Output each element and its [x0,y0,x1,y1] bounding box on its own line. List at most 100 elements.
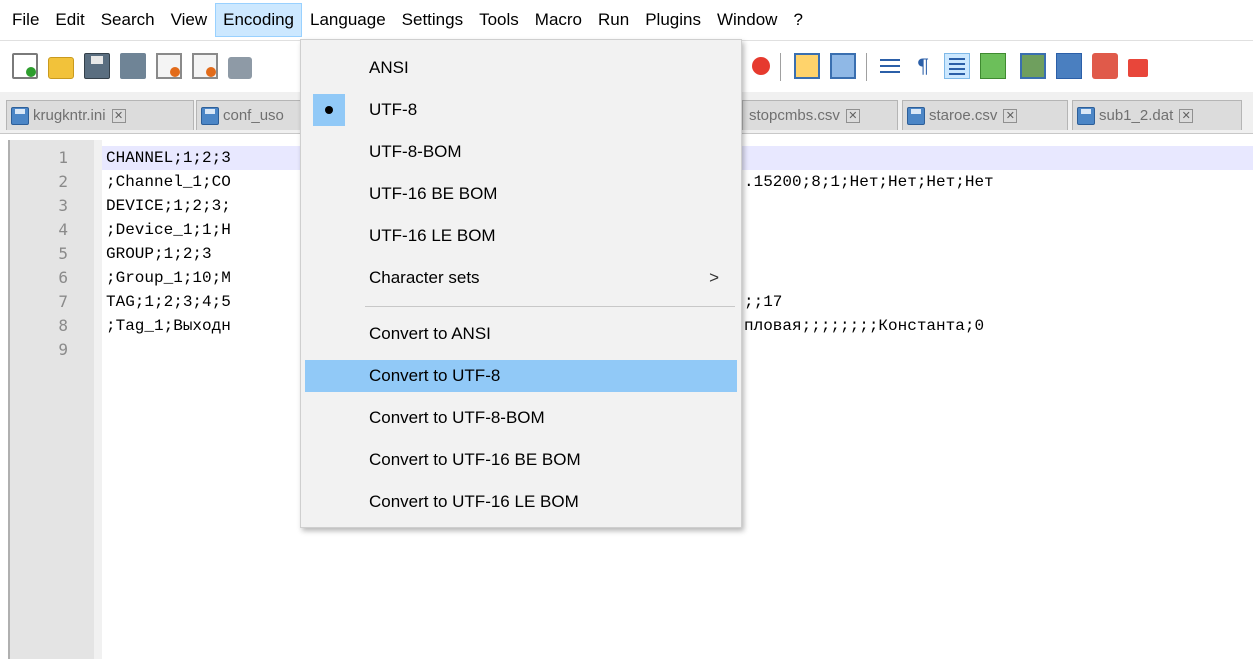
tab-stopcmbs[interactable]: stopcmbs.csv ✕ [742,100,898,130]
code-line[interactable]: DEVICE;1;2;3; [106,194,231,218]
menu-item-utf8-bom[interactable]: UTF-8-BOM [305,136,737,168]
menu-item-convert-utf16-le-bom[interactable]: Convert to UTF-16 LE BOM [305,486,737,518]
menu-item-label: UTF-8-BOM [369,142,462,161]
menu-item-label: UTF-16 LE BOM [369,226,496,245]
tab-label: stopcmbs.csv [749,107,840,124]
open-folder-icon[interactable] [48,57,74,79]
print-icon[interactable] [228,57,252,79]
function-list-icon[interactable] [1092,53,1118,79]
code-line-tail[interactable]: пловая;;;;;;;;Константа;0 [744,314,984,338]
show-all-chars-icon[interactable]: ¶ [910,53,936,79]
user-defined-language-icon[interactable] [980,53,1006,79]
submenu-arrow-icon: > [709,268,719,287]
tab-label: conf_uso [223,107,284,124]
save-state-icon [11,106,29,125]
menu-macro[interactable]: Macro [527,3,590,37]
code-line-tail[interactable]: ;;17 [744,290,782,314]
menu-item-utf16-be-bom[interactable]: UTF-16 BE BOM [305,178,737,210]
line-number: 4 [58,220,68,239]
code-line[interactable]: CHANNEL;1;2;3 [106,146,231,170]
menu-settings[interactable]: Settings [394,3,471,37]
tab-close-icon[interactable]: ✕ [1003,108,1018,123]
menu-file[interactable]: File [4,3,47,37]
menu-item-label: Convert to UTF-8 [369,366,501,385]
toolbar-separator [780,53,781,81]
word-wrap-icon[interactable] [878,53,904,79]
menu-view[interactable]: View [163,3,216,37]
menu-item-label: Convert to ANSI [369,324,491,343]
menu-separator [365,306,735,307]
line-number: 5 [58,244,68,263]
code-line[interactable]: ;Tag_1;Выходн [106,314,231,338]
menu-item-utf16-le-bom[interactable]: UTF-16 LE BOM [305,220,737,252]
line-number: 9 [58,340,68,359]
menu-plugins[interactable]: Plugins [637,3,709,37]
line-number: 1 [58,148,68,167]
code-line-tail[interactable]: .15200;8;1;Нет;Нет;Нет;Нет [744,170,994,194]
menu-item-label: Character sets [369,268,480,287]
encoding-menu: ANSI UTF-8 UTF-8-BOM UTF-16 BE BOM UTF-1… [300,39,742,528]
save-state-icon [1077,106,1095,125]
tab-label: staroe.csv [929,107,998,124]
tab-conf-uso[interactable]: conf_uso [196,100,304,130]
line-number: 2 [58,172,68,191]
code-line[interactable]: ;Channel_1;CO [106,170,231,194]
toolbar-separator [866,53,867,81]
tab-close-icon[interactable]: ✕ [1179,108,1194,123]
tab-sub1-2[interactable]: sub1_2.dat ✕ [1072,100,1242,130]
document-map-icon[interactable] [1020,53,1046,79]
code-line[interactable]: GROUP;1;2;3 [106,242,212,266]
menu-language[interactable]: Language [302,3,394,37]
menu-item-convert-utf8[interactable]: Convert to UTF-8 [305,360,737,392]
line-number: 3 [58,196,68,215]
menu-item-utf8[interactable]: UTF-8 [305,94,737,126]
menu-help[interactable]: ? [785,3,810,37]
menu-tools[interactable]: Tools [471,3,527,37]
save-state-icon [201,106,219,125]
menu-encoding[interactable]: Encoding [215,3,303,37]
menu-item-convert-utf8-bom[interactable]: Convert to UTF-8-BOM [305,402,737,434]
tab-close-icon[interactable]: ✕ [111,108,126,123]
find-icon[interactable] [752,57,770,75]
tab-close-icon[interactable]: ✕ [845,108,860,123]
menu-item-ansi[interactable]: ANSI [305,52,737,84]
line-number: 6 [58,268,68,287]
document-list-icon[interactable] [1056,53,1082,79]
radio-check-icon [313,94,345,126]
code-line[interactable]: TAG;1;2;3;4;5 [106,290,231,314]
menu-item-convert-ansi[interactable]: Convert to ANSI [305,318,737,350]
new-file-icon[interactable] [12,53,38,79]
save-state-icon [907,106,925,125]
tab-krugkntr[interactable]: krugkntr.ini ✕ [6,100,194,130]
menu-bar: File Edit Search View Encoding Language … [0,0,1253,40]
indent-guide-icon[interactable] [944,53,970,79]
menu-item-character-sets[interactable]: Character sets > [305,262,737,294]
tab-label: krugkntr.ini [33,107,106,124]
menu-item-label: ANSI [369,58,409,77]
menu-item-label: Convert to UTF-16 BE BOM [369,450,581,469]
tab-label: sub1_2.dat [1099,107,1174,124]
menu-run[interactable]: Run [590,3,637,37]
close-icon[interactable] [156,53,182,79]
line-number-gutter: 1 2 3 4 5 6 7 8 9 [10,140,100,659]
menu-edit[interactable]: Edit [47,3,92,37]
code-line[interactable]: ;Group_1;10;M [106,266,231,290]
folder-workspace-icon[interactable] [1128,59,1148,77]
save-all-icon[interactable] [120,53,146,79]
line-number: 8 [58,316,68,335]
menu-window[interactable]: Window [709,3,785,37]
menu-item-label: UTF-8 [369,100,418,119]
code-line[interactable]: ;Device_1;1;H [106,218,231,242]
sync-vertical-icon[interactable] [794,53,820,79]
menu-item-label: Convert to UTF-16 LE BOM [369,492,579,511]
save-icon[interactable] [84,53,110,79]
fold-margin [94,140,102,659]
line-number: 7 [58,292,68,311]
menu-item-convert-utf16-be-bom[interactable]: Convert to UTF-16 BE BOM [305,444,737,476]
menu-item-label: Convert to UTF-8-BOM [369,408,545,427]
menu-item-label: UTF-16 BE BOM [369,184,498,203]
sync-horizontal-icon[interactable] [830,53,856,79]
close-all-icon[interactable] [192,53,218,79]
menu-search[interactable]: Search [93,3,163,37]
tab-staroe[interactable]: staroe.csv ✕ [902,100,1068,130]
